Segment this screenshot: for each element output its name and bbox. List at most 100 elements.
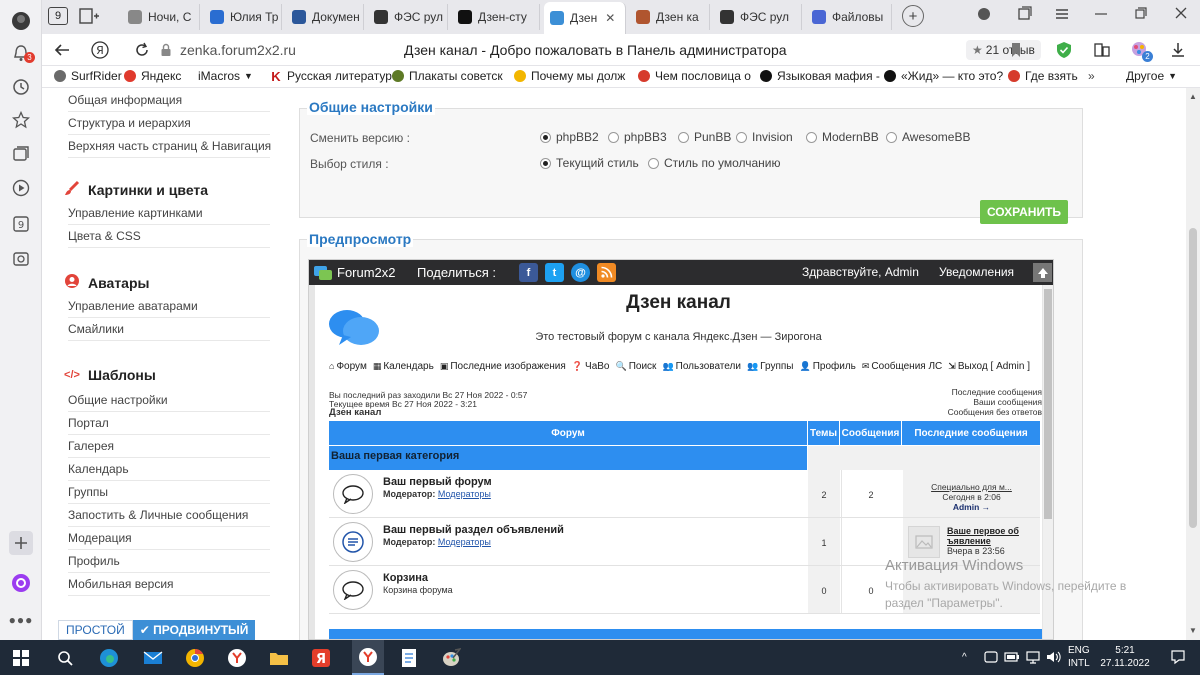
search-icon[interactable] bbox=[54, 647, 76, 669]
bookmark-item[interactable]: Плакаты советск bbox=[392, 69, 503, 83]
reviews-button[interactable]: ★ 21 отзыв bbox=[966, 40, 1041, 60]
nav-item[interactable]: Смайлики bbox=[68, 319, 270, 341]
tab-counter-icon[interactable]: 9 bbox=[10, 213, 32, 235]
nav-item[interactable]: Модерация bbox=[68, 528, 270, 550]
bell-icon[interactable]: 3 bbox=[10, 42, 35, 64]
save-button[interactable]: СОХРАНИТЬ bbox=[980, 200, 1068, 224]
bookmark-item[interactable]: Где взять bbox=[1008, 69, 1078, 83]
scroll-up-icon[interactable]: ▲ bbox=[1189, 92, 1197, 101]
tab-2[interactable]: Юлия Тр bbox=[204, 4, 282, 30]
nav-item[interactable]: Общие настройки bbox=[68, 390, 270, 412]
forum-nav-link[interactable]: 👥 Группы bbox=[747, 361, 794, 372]
twitter-icon[interactable]: t bbox=[545, 263, 564, 282]
scroll-down-icon[interactable]: ▼ bbox=[1189, 626, 1197, 635]
nav-item[interactable]: Мобильная версия bbox=[68, 574, 270, 596]
clock[interactable]: 5:21 27.11.2022 bbox=[1100, 644, 1150, 670]
tab-shield-icon[interactable] bbox=[976, 6, 992, 25]
action-center-icon[interactable] bbox=[1170, 649, 1186, 669]
forum-nav-link[interactable]: ⇲ Выход [ Admin ] bbox=[948, 361, 1030, 372]
moderator-link[interactable]: Модераторы bbox=[438, 489, 491, 499]
forum-nav-link[interactable]: 🔍 Поиск bbox=[616, 361, 657, 372]
bookmark-item[interactable]: K Русская литератур bbox=[270, 69, 392, 84]
nav-item[interactable]: Цвета & CSS bbox=[68, 226, 270, 248]
collections-icon[interactable] bbox=[10, 143, 32, 165]
tab-9[interactable]: Файловы bbox=[806, 4, 892, 30]
bookmark-item[interactable]: Почему мы долж bbox=[514, 69, 625, 83]
bookmark-item[interactable]: Чем пословица о bbox=[638, 69, 751, 83]
bookmark-item[interactable]: «Жид» — кто это? bbox=[884, 69, 1003, 83]
yandex-home-icon[interactable]: Я bbox=[90, 40, 110, 60]
forum-breadcrumb[interactable]: Дзен канал bbox=[329, 408, 381, 418]
moderator-link[interactable]: Модераторы bbox=[438, 537, 491, 547]
bookmark-item[interactable]: Языковая мафия - bbox=[760, 69, 880, 83]
file-explorer-icon[interactable] bbox=[268, 647, 290, 669]
maximize-icon[interactable] bbox=[1134, 6, 1148, 23]
pin-window-icon[interactable] bbox=[1016, 6, 1032, 25]
style-radio[interactable]: Текущий стиль bbox=[540, 156, 639, 170]
url-field[interactable]: zenka.forum2x2.ru bbox=[160, 38, 310, 62]
profile-avatar-icon[interactable] bbox=[10, 10, 32, 32]
new-tab-button[interactable]: + bbox=[902, 5, 924, 27]
back-arrow-icon[interactable] bbox=[52, 40, 72, 60]
bookmark-item[interactable]: SurfRider bbox=[54, 69, 122, 83]
reload-icon[interactable] bbox=[132, 40, 152, 60]
forum-name[interactable]: Ваш первый форум bbox=[383, 476, 492, 488]
network-icon[interactable] bbox=[1026, 650, 1040, 668]
last-post-link[interactable]: Ваше первое об ъявление bbox=[947, 526, 1035, 546]
version-radio[interactable]: AwesomeBB bbox=[886, 130, 970, 144]
simple-mode-button[interactable]: ПРОСТОЙ bbox=[58, 620, 133, 640]
version-radio[interactable]: Invision bbox=[736, 130, 793, 144]
extension-icon[interactable]: 2 bbox=[1130, 40, 1153, 62]
mail-icon[interactable] bbox=[142, 647, 164, 669]
forum-name[interactable]: Ваш первый раздел объявлений bbox=[383, 524, 564, 536]
tab-3[interactable]: Докумен bbox=[286, 4, 364, 30]
nav-item[interactable]: Управление картинками bbox=[68, 203, 270, 225]
preview-scroll-thumb[interactable] bbox=[1044, 289, 1052, 519]
quick-link[interactable]: Сообщения без ответов bbox=[948, 407, 1042, 417]
category-row[interactable]: Ваша первая категория bbox=[329, 446, 807, 470]
alice-icon[interactable] bbox=[10, 572, 32, 594]
notifications-link[interactable]: Уведомления bbox=[939, 265, 1014, 279]
version-radio[interactable]: ModernBB bbox=[806, 130, 879, 144]
nav-item[interactable]: Группы bbox=[68, 482, 270, 504]
nav-item[interactable]: Галерея bbox=[68, 436, 270, 458]
version-radio[interactable]: phpBB3 bbox=[608, 130, 667, 144]
tab-4[interactable]: ФЭС рул bbox=[368, 4, 448, 30]
forum-nav-link[interactable]: 👤 Профиль bbox=[799, 361, 855, 372]
play-icon[interactable] bbox=[10, 177, 32, 199]
bookmarks-overflow-icon[interactable]: » bbox=[1088, 69, 1095, 83]
language-indicator[interactable]: ENG INTL bbox=[1068, 644, 1090, 670]
forum-row[interactable]: Ваш первый форум Модератор: Модераторы 2 2 С… bbox=[329, 470, 1040, 518]
tab-6[interactable]: Дзен ✕ bbox=[544, 2, 626, 34]
forum-nav-link[interactable]: 👥 Пользователи bbox=[662, 361, 741, 372]
forum-nav-link[interactable]: ▦ Календарь bbox=[373, 361, 434, 372]
menu-icon[interactable] bbox=[1054, 6, 1070, 25]
close-window-icon[interactable] bbox=[1174, 6, 1188, 23]
paint-icon[interactable] bbox=[440, 647, 462, 669]
facebook-icon[interactable]: f bbox=[519, 263, 538, 282]
chrome-icon[interactable] bbox=[184, 647, 206, 669]
other-bookmarks[interactable]: Другое ▼ bbox=[1126, 69, 1177, 83]
tab-7[interactable]: Дзен ка bbox=[630, 4, 710, 30]
forum-nav-link[interactable]: ▣ Последние изображения bbox=[440, 361, 566, 372]
last-post-link[interactable]: Специально для м... bbox=[903, 482, 1040, 492]
page-scrollbar[interactable]: ▲ ▼ bbox=[1186, 88, 1200, 640]
rss-icon[interactable] bbox=[597, 263, 616, 282]
tab-count-icon[interactable]: 9 bbox=[48, 7, 68, 25]
new-window-icon[interactable] bbox=[78, 7, 100, 28]
yandex-app-icon[interactable]: Я bbox=[310, 647, 332, 669]
nav-item[interactable]: Верхняя часть страниц & Навигация bbox=[68, 136, 271, 158]
bookmark-item[interactable]: Яндекс bbox=[124, 69, 181, 83]
forum-nav-link[interactable]: ❓ ЧаВо bbox=[572, 361, 610, 372]
bookmark-item[interactable]: iMacros ▼ bbox=[198, 69, 253, 83]
more-icon[interactable]: ●●● bbox=[9, 609, 33, 631]
windows-start-icon[interactable] bbox=[10, 647, 32, 669]
nav-item[interactable]: Запостить & Личные сообщения bbox=[68, 505, 270, 527]
nav-item[interactable]: Портал bbox=[68, 413, 270, 435]
close-tab-icon[interactable]: ✕ bbox=[605, 11, 615, 25]
scroll-top-icon[interactable] bbox=[1033, 263, 1052, 282]
history-icon[interactable] bbox=[10, 76, 32, 98]
forum-nav-link[interactable]: ⌂ Форум bbox=[329, 361, 367, 372]
tray-app-icon[interactable] bbox=[984, 651, 998, 667]
volume-icon[interactable] bbox=[1046, 650, 1062, 668]
